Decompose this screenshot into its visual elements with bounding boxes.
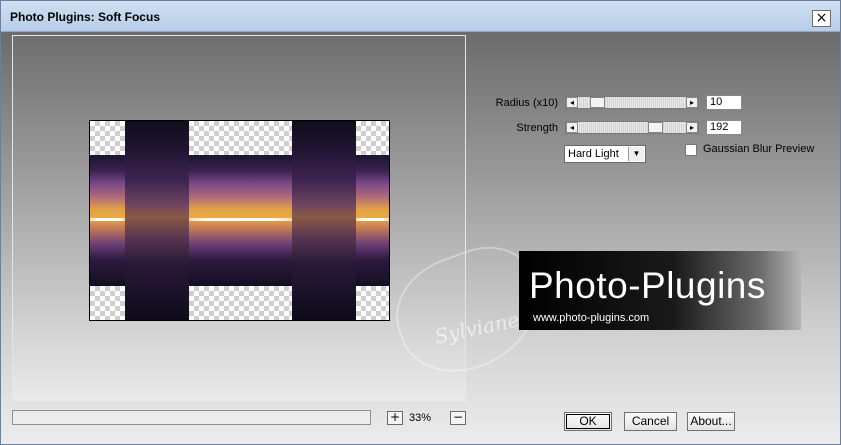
preview-image [89,120,390,321]
strength-increase-button[interactable]: ▸ [686,122,698,133]
transparent-area-bottom-middle [189,286,292,320]
logo-url: www.photo-plugins.com [533,312,650,324]
gaussian-blur-checkbox[interactable] [685,144,697,156]
cancel-button[interactable]: Cancel [624,412,677,431]
highlight-streak [90,218,125,221]
dialog-client-area: Sylviane + 33% − Radius (x10) ◂ ▸ 10 Str… [1,32,840,444]
chevron-down-icon[interactable]: ▼ [628,147,644,161]
photo-plugins-logo: Photo-Plugins www.photo-plugins.com [519,251,801,330]
image-band [125,121,189,320]
strength-slider[interactable]: ◂ ▸ [565,121,699,134]
highlight-streak [356,218,389,221]
strength-value-field[interactable]: 192 [706,120,742,135]
blend-mode-value: Hard Light [568,148,619,160]
strength-decrease-button[interactable]: ◂ [566,122,578,133]
zoom-in-button[interactable]: + [387,411,403,425]
transparent-area-top-right [356,121,389,155]
preview-scrollbar[interactable] [12,410,371,425]
plus-icon: + [389,410,401,424]
arrow-left-icon: ◂ [569,123,574,132]
close-icon: × [815,10,828,26]
arrow-right-icon: ▸ [689,123,694,132]
radius-increase-button[interactable]: ▸ [686,97,698,108]
highlight-streak [189,218,292,221]
strength-label: Strength [516,122,558,134]
about-button[interactable]: About... [687,412,735,431]
arrow-right-icon: ▸ [689,98,694,107]
image-band [292,121,356,320]
radius-value-field[interactable]: 10 [706,95,742,110]
logo-title: Photo-Plugins [529,265,766,306]
radius-label: Radius (x10) [495,97,558,109]
transparent-area-top-left [90,121,125,155]
zoom-out-button[interactable]: − [450,411,466,425]
blend-mode-select[interactable]: Hard Light ▼ [564,145,646,163]
strength-slider-thumb[interactable] [648,122,663,133]
zoom-level: 33% [409,412,432,424]
ok-button[interactable]: OK [564,412,612,431]
dialog-window: Photo Plugins: Soft Focus × Sylviane + 3… [0,0,841,445]
gaussian-blur-label: Gaussian Blur Preview [703,143,815,155]
close-button[interactable]: × [812,10,831,27]
arrow-left-icon: ◂ [569,98,574,107]
transparent-area-top-middle [189,121,292,155]
transparent-area-bottom-left [90,286,125,320]
transparent-area-bottom-right [356,286,389,320]
window-title: Photo Plugins: Soft Focus [10,10,160,24]
title-bar[interactable]: Photo Plugins: Soft Focus × [1,1,840,32]
radius-slider[interactable]: ◂ ▸ [565,96,699,109]
minus-icon: − [452,410,464,424]
radius-slider-thumb[interactable] [590,97,605,108]
radius-decrease-button[interactable]: ◂ [566,97,578,108]
